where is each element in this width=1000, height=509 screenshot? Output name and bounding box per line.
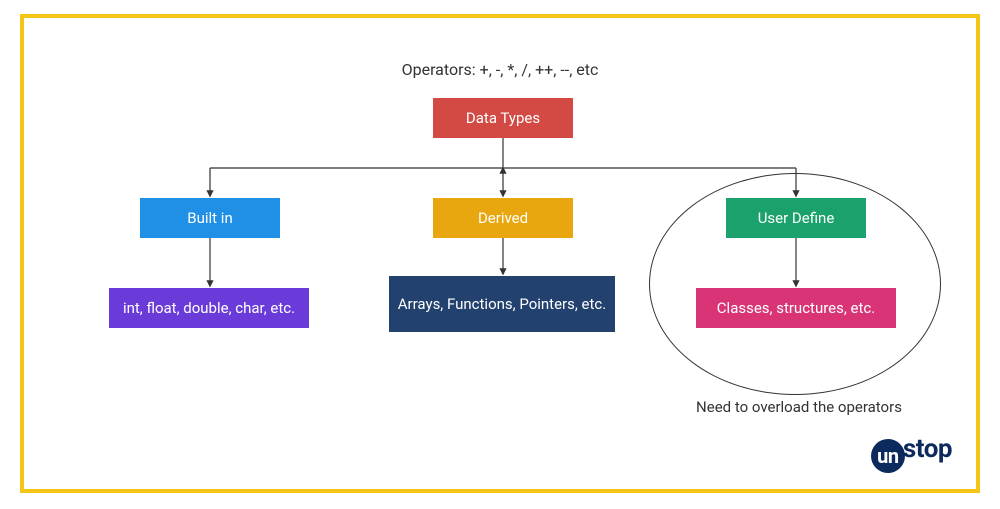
- diagram-canvas: Operators: +, -, *, /, ++, --, etc Data …: [24, 18, 976, 489]
- leaf-derived: Arrays, Functions, Pointers, etc.: [389, 276, 615, 332]
- brand-logo: unstop: [871, 434, 952, 473]
- brand-logo-badge: un: [871, 439, 905, 473]
- diagram-frame: Operators: +, -, *, /, ++, --, etc Data …: [20, 14, 980, 493]
- node-built-in: Built in: [140, 198, 280, 238]
- diagram-title: Operators: +, -, *, /, ++, --, etc: [24, 60, 976, 79]
- brand-logo-text: stop: [903, 434, 952, 464]
- node-derived: Derived: [433, 198, 573, 238]
- highlight-circle: [649, 173, 941, 395]
- leaf-built-in: int, float, double, char, etc.: [109, 288, 309, 328]
- highlight-caption: Need to overload the operators: [659, 398, 939, 416]
- node-root: Data Types: [433, 98, 573, 138]
